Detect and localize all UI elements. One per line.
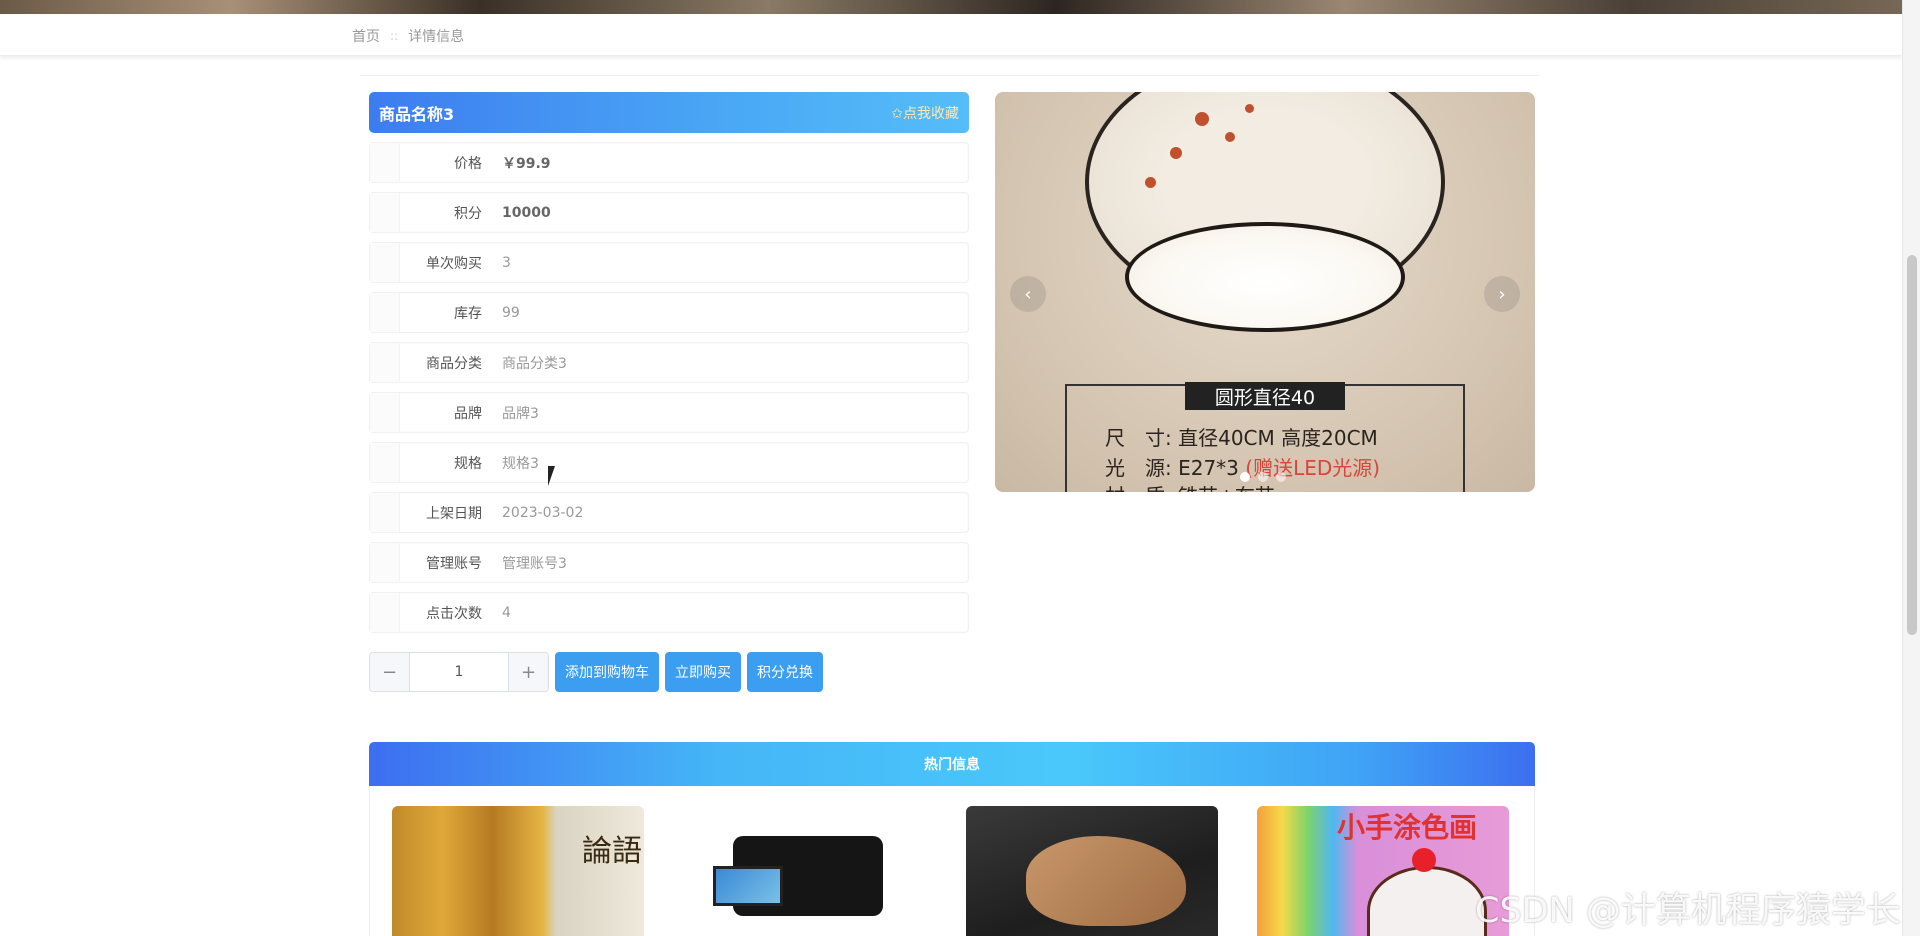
spec-title: 圆形直径40 [1185,382,1345,410]
detail-row: 点击次数 4 [369,592,969,633]
carousel-dot[interactable] [1258,472,1268,482]
detail-row: 品牌 品牌3 [369,392,969,433]
detail-value: 品牌3 [502,405,539,422]
hot-item-card[interactable]: 小手涂色画 [1257,806,1509,936]
carousel-dot[interactable] [1240,472,1250,482]
watermark: CSDN @计算机程序猿学长 [1475,891,1901,931]
detail-label: 点击次数 [426,605,482,622]
detail-value: 管理账号3 [502,555,567,572]
detail-value: 规格3 [502,455,539,472]
breadcrumb-bar: 首页 :: 详情信息 [0,14,1902,56]
content-divider [360,75,1540,76]
hot-info-title: 热门信息 [369,742,1535,786]
row-gutter [370,493,400,532]
detail-row: 积分 10000 [369,192,969,233]
row-gutter [370,193,400,232]
detail-label: 规格 [454,455,482,472]
detail-value: 商品分类3 [502,355,567,372]
detail-value: 2023-03-02 [502,504,584,521]
detail-row: 规格 规格3 [369,442,969,483]
row-gutter [370,593,400,632]
breadcrumb-current: 详情信息 [408,29,465,45]
detail-row: 上架日期 2023-03-02 [369,492,969,533]
row-gutter [370,343,400,382]
mouse-cursor-icon [548,466,562,486]
quantity-increase-button[interactable]: + [508,653,548,691]
detail-row: 单次购买 3 [369,242,969,283]
scrollbar-thumb[interactable] [1907,255,1917,635]
blossom-decoration [1170,147,1182,159]
detail-row: 库存 99 [369,292,969,333]
favorite-button[interactable]: ✩点我收藏 [891,103,959,123]
detail-value: 99 [502,304,520,321]
detail-label: 上架日期 [426,505,482,522]
breadcrumb-home[interactable]: 首页 [352,26,380,46]
row-gutter [370,243,400,282]
blossom-decoration [1225,132,1235,142]
quantity-input[interactable]: 1 [410,653,508,691]
shoe-image [1026,836,1186,926]
spec-line-size: 尺 寸: 直径40CM 高度20CM [1105,426,1378,450]
cake-image [1367,866,1487,936]
hot-item-card[interactable]: 論語 [392,806,644,936]
product-detail-panel: 商品名称3 ✩点我收藏 价格 ￥99.9 积分 10000 单次购买 3 库存 99 商品分类商… [369,92,969,692]
blossom-decoration [1145,177,1156,188]
detail-value: ￥99.9 [502,155,551,172]
book-cover-text: 論語 [582,834,642,869]
detail-label: 单次购买 [426,255,482,272]
carousel-dot[interactable] [1276,472,1286,482]
detail-label: 价格 [454,155,482,172]
product-fields: 价格 ￥99.9 积分 10000 单次购买 3 库存 99 商品分类 商品分类3 品牌 品牌3 规格规… [369,142,969,633]
row-gutter [370,443,400,482]
breadcrumb-separator: :: [390,29,399,43]
row-gutter [370,293,400,332]
row-gutter [370,543,400,582]
coloring-book-title: 小手涂色画 [1337,811,1478,844]
detail-label: 品牌 [454,405,482,422]
detail-row: 商品分类 商品分类3 [369,342,969,383]
cherry-image [1412,848,1436,872]
row-gutter [370,143,400,182]
blossom-decoration [1245,104,1254,113]
detail-label: 管理账号 [426,555,482,572]
detail-label: 库存 [454,305,482,322]
breadcrumb: 首页 :: 详情信息 [352,26,464,46]
hot-item-card[interactable] [966,806,1218,936]
camera-screen-image [713,866,783,906]
lamp-ring-image [1125,222,1405,332]
points-exchange-button[interactable]: 积分兑换 [747,652,823,692]
detail-row: 价格 ￥99.9 [369,142,969,183]
purchase-actions: − 1 + 添加到购物车 立即购买 积分兑换 [369,652,969,692]
carousel-next-button[interactable]: › [1484,276,1520,312]
hot-info-list: 論語 小手涂色画 [369,786,1535,936]
product-name: 商品名称3 [379,104,455,124]
detail-value: 4 [502,604,511,621]
quantity-decrease-button[interactable]: − [370,653,410,691]
row-gutter [370,393,400,432]
hot-item-card[interactable] [683,806,935,936]
product-title-bar: 商品名称3 ✩点我收藏 [369,92,969,133]
carousel-indicators [1240,472,1286,482]
product-image-carousel[interactable]: 圆形直径40 尺 寸: 直径40CM 高度20CM 光 源: E27*3 (赠送… [995,92,1535,492]
quantity-stepper: − 1 + [369,652,549,692]
add-to-cart-button[interactable]: 添加到购物车 [555,652,659,692]
carousel-prev-button[interactable]: ‹ [1010,276,1046,312]
detail-value: 10000 [502,204,551,221]
page-scrollbar[interactable] [1902,0,1920,936]
top-banner-strip [0,0,1920,14]
detail-row: 管理账号 管理账号3 [369,542,969,583]
spec-line-light-text: 光 源: E27*3 [1105,456,1246,480]
detail-label: 积分 [454,205,482,222]
detail-label: 商品分类 [426,355,482,372]
buy-now-button[interactable]: 立即购买 [665,652,741,692]
detail-value: 3 [502,254,511,271]
blossom-decoration [1195,112,1209,126]
